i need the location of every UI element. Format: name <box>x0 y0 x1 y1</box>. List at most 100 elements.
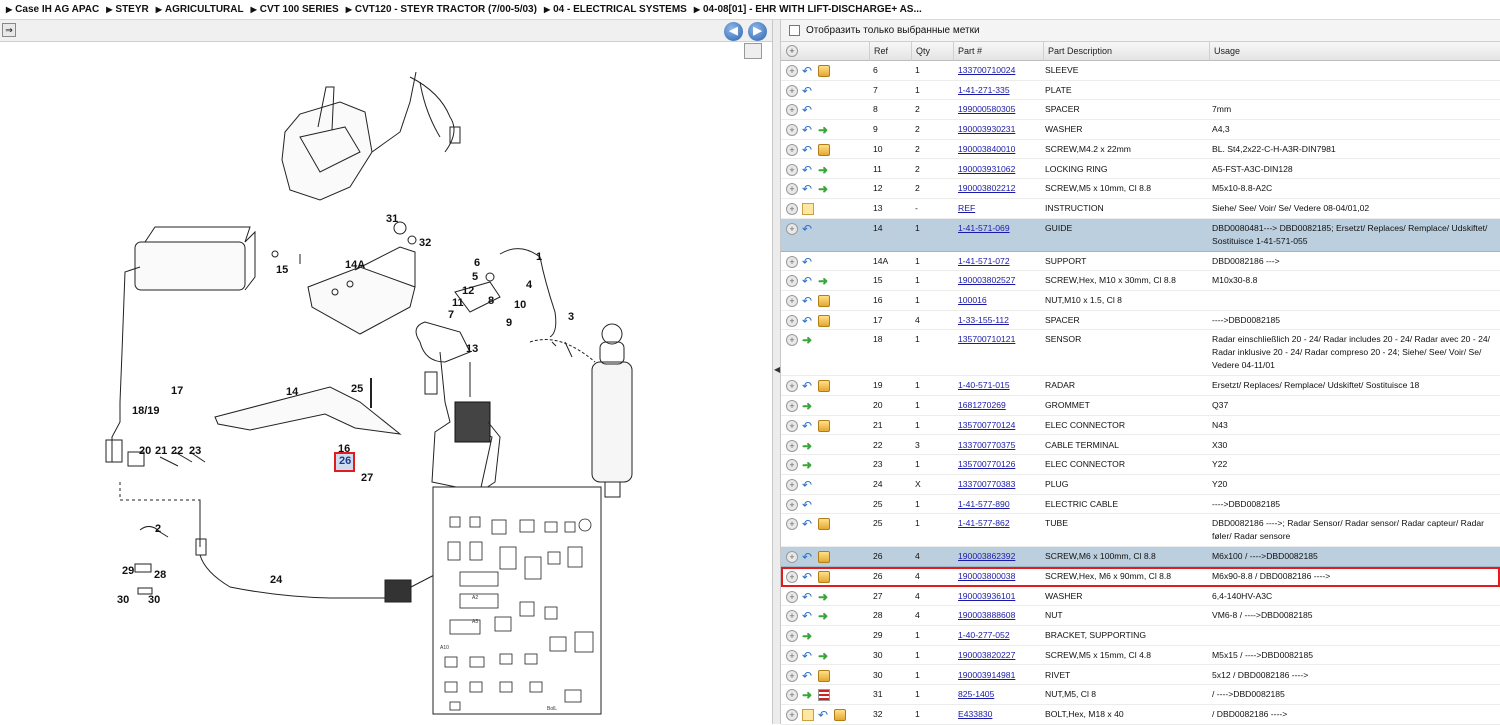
breadcrumb-item[interactable]: ▶ Case IH AG APAC <box>6 4 99 15</box>
part-number-link[interactable]: 1-40-277-052 <box>958 626 1010 642</box>
part-number-link[interactable]: 1-33-155-112 <box>958 311 1009 327</box>
expand-row-icon[interactable]: + <box>786 275 798 288</box>
package-icon[interactable] <box>818 380 830 393</box>
table-row[interactable]: + ↶ ➜ 15 1 190003802527 SCREW,Hex, M10 x 30mm,… <box>781 271 1500 291</box>
table-row[interactable]: + ↶ 30 1 190003914981 RIVET 5x12 / DBD0082186 … <box>781 666 1500 686</box>
expand-row-icon[interactable]: + <box>786 314 798 327</box>
package-icon[interactable] <box>818 143 830 156</box>
table-row[interactable]: + ↶ 25 1 1-41-577-890 ELECTRIC CABLE ---->DBD0… <box>781 495 1500 515</box>
table-row[interactable]: + ↶ 26 4 190003800038 SCREW,Hex, M6 x 90mm, C… <box>781 567 1500 587</box>
part-number-link[interactable]: 135700770124 <box>958 416 1015 432</box>
forward-arrow-icon[interactable]: ➜ <box>818 610 830 622</box>
column-header-usage[interactable]: Usage <box>1209 42 1500 61</box>
table-row[interactable]: + ↶ 16 1 100016 NUT,M10 x 1.5, Cl 8 <box>781 291 1500 311</box>
table-row[interactable]: + ↶ ➜ 30 1 190003820227 SCREW,M5 x 15mm, Cl 4.… <box>781 646 1500 666</box>
expand-row-icon[interactable]: + <box>786 380 798 393</box>
callout-label[interactable]: 24 <box>270 574 283 586</box>
package-icon[interactable] <box>834 708 846 721</box>
reverse-arrow-icon[interactable]: ↶ <box>802 183 814 195</box>
forward-arrow-icon[interactable]: ➜ <box>802 630 814 642</box>
table-row[interactable]: +13 - REF INSTRUCTION Siehe/ See/ Voir/ Se/ … <box>781 199 1500 219</box>
part-number-link[interactable]: 1-41-577-862 <box>958 514 1010 530</box>
expand-row-icon[interactable]: + <box>786 708 798 721</box>
table-row[interactable]: + ↶ 21 1 135700770124 ELEC CONNECTOR N43 <box>781 416 1500 436</box>
part-number-link[interactable]: 133700770383 <box>958 475 1015 491</box>
forward-arrow-icon[interactable]: ➜ <box>818 124 830 136</box>
expand-row-icon[interactable]: + <box>786 400 798 413</box>
table-row[interactable]: + ↶ 7 1 1-41-271-335 PLATE <box>781 81 1500 101</box>
table-row[interactable]: + ↶ 17 4 1-33-155-112 SPACER ---->DBD0082185 <box>781 311 1500 331</box>
pane-splitter[interactable]: ◀ <box>772 20 781 724</box>
expand-row-icon[interactable]: + <box>786 419 798 432</box>
column-header-ref[interactable]: Ref <box>869 42 911 61</box>
callout-label[interactable]: 23 <box>189 445 201 457</box>
breadcrumb-item[interactable]: ▶ CVT 100 SERIES <box>251 4 339 15</box>
part-number-link[interactable]: 199000580305 <box>958 100 1015 116</box>
part-number-link[interactable]: 190003936101 <box>958 587 1015 603</box>
exploded-parts-diagram[interactable]: 123456789101112131414A15161718/1920 21 22 2… <box>0 42 772 724</box>
part-number-link[interactable]: 190003800038 <box>958 567 1015 583</box>
table-row[interactable]: + ➜ 23 1 135700770126 ELEC CONNECTOR Y22 <box>781 455 1500 475</box>
part-number-link[interactable]: 135700770126 <box>958 455 1015 471</box>
reverse-arrow-icon[interactable]: ↶ <box>802 499 814 511</box>
callout-label[interactable]: 11 <box>452 297 464 309</box>
reverse-arrow-icon[interactable]: ↶ <box>802 144 814 156</box>
callout-label[interactable]: 4 <box>526 279 533 291</box>
forward-arrow-icon[interactable]: ➜ <box>818 275 830 287</box>
table-row[interactable]: + ↶ 8 2 199000580305 SPACER 7mm <box>781 100 1500 121</box>
expand-row-icon[interactable]: + <box>786 439 798 452</box>
reverse-arrow-icon[interactable]: ↶ <box>802 571 814 583</box>
part-number-link[interactable]: 133700710024 <box>958 61 1015 77</box>
expand-row-icon[interactable]: + <box>786 255 798 268</box>
note-icon[interactable] <box>802 708 814 721</box>
part-number-link[interactable]: 190003862392 <box>958 547 1015 563</box>
reverse-arrow-icon[interactable]: ↶ <box>802 650 814 662</box>
reverse-arrow-icon[interactable]: ↶ <box>802 551 814 563</box>
part-number-link[interactable]: E433830 <box>958 705 992 721</box>
table-row[interactable]: + ↶ 25 1 1-41-577-862 TUBE DBD0082186 ---->; R… <box>781 514 1500 548</box>
callout-label[interactable]: 7 <box>448 309 454 321</box>
part-number-link[interactable]: 135700710121 <box>958 330 1015 346</box>
table-row[interactable]: + ↶ 26 4 190003862392 SCREW,M6 x 100mm, Cl 8.… <box>781 547 1500 567</box>
callout-label[interactable]: 17 <box>171 385 183 397</box>
expand-row-icon[interactable]: + <box>786 459 798 472</box>
expand-row-icon[interactable]: + <box>786 669 798 682</box>
callout-label[interactable]: 28 <box>154 569 166 581</box>
reverse-arrow-icon[interactable]: ↶ <box>802 610 814 622</box>
part-number-link[interactable]: 1-40-571-015 <box>958 376 1010 392</box>
table-row[interactable]: + ➜ 20 1 1681270269 GROMMET Q37 <box>781 396 1500 416</box>
reverse-arrow-icon[interactable]: ↶ <box>802 104 814 116</box>
table-row[interactable]: + ↶ 24 X 133700770383 PLUG Y20 <box>781 475 1500 495</box>
forward-arrow-icon[interactable]: ➜ <box>802 689 814 701</box>
expand-all-icon[interactable]: + <box>786 45 798 57</box>
table-row[interactable]: + ↶ ➜ 11 2 190003931062 LOCKING RING A5-FST-A3C… <box>781 160 1500 180</box>
part-number-link[interactable]: 1-41-571-069 <box>958 219 1010 235</box>
table-row[interactable]: + ↶ 14A 1 1-41-571-072 SUPPORT DBD0082186 ---> <box>781 252 1500 272</box>
part-number-link[interactable]: 1681270269 <box>958 396 1006 412</box>
table-row[interactable]: + ↶ 32 1 E433830 BOLT,Hex, M18 x 40 / DBD00821… <box>781 705 1500 725</box>
callout-label[interactable]: 12 <box>462 285 474 297</box>
column-header-qty[interactable]: Qty <box>911 42 953 61</box>
callout-label[interactable]: 15 <box>276 264 288 276</box>
package-icon[interactable] <box>818 571 830 583</box>
expand-row-icon[interactable]: + <box>786 498 798 511</box>
reverse-arrow-icon[interactable]: ↶ <box>802 223 814 235</box>
table-row[interactable]: + ↶ ➜ 27 4 190003936101 WASHER 6,4-140HV-A3C <box>781 587 1500 607</box>
expand-row-icon[interactable]: + <box>786 104 798 117</box>
forward-arrow-icon[interactable]: ➜ <box>802 334 814 346</box>
expand-row-icon[interactable]: + <box>786 202 798 215</box>
callout-label[interactable]: 8 <box>488 295 494 307</box>
package-icon[interactable] <box>818 65 830 77</box>
part-number-link[interactable]: 190003914981 <box>958 666 1015 682</box>
collapse-arrow-icon[interactable]: ◀ <box>774 365 780 374</box>
forward-arrow-icon[interactable]: ➜ <box>802 440 814 452</box>
table-row[interactable]: + ➜ 31 1 825-1405 NUT,M5, Cl 8 / ---->DBD00821… <box>781 685 1500 705</box>
expand-row-icon[interactable]: + <box>786 143 798 156</box>
callout-label[interactable]: 32 <box>419 237 431 249</box>
reverse-arrow-icon[interactable]: ↶ <box>802 518 814 530</box>
forward-arrow-icon[interactable]: ➜ <box>802 459 814 471</box>
reverse-arrow-icon[interactable]: ↶ <box>802 479 814 491</box>
expand-row-icon[interactable]: + <box>786 65 798 77</box>
expand-row-icon[interactable]: + <box>786 590 798 603</box>
callout-label[interactable]: 14A <box>345 259 365 271</box>
